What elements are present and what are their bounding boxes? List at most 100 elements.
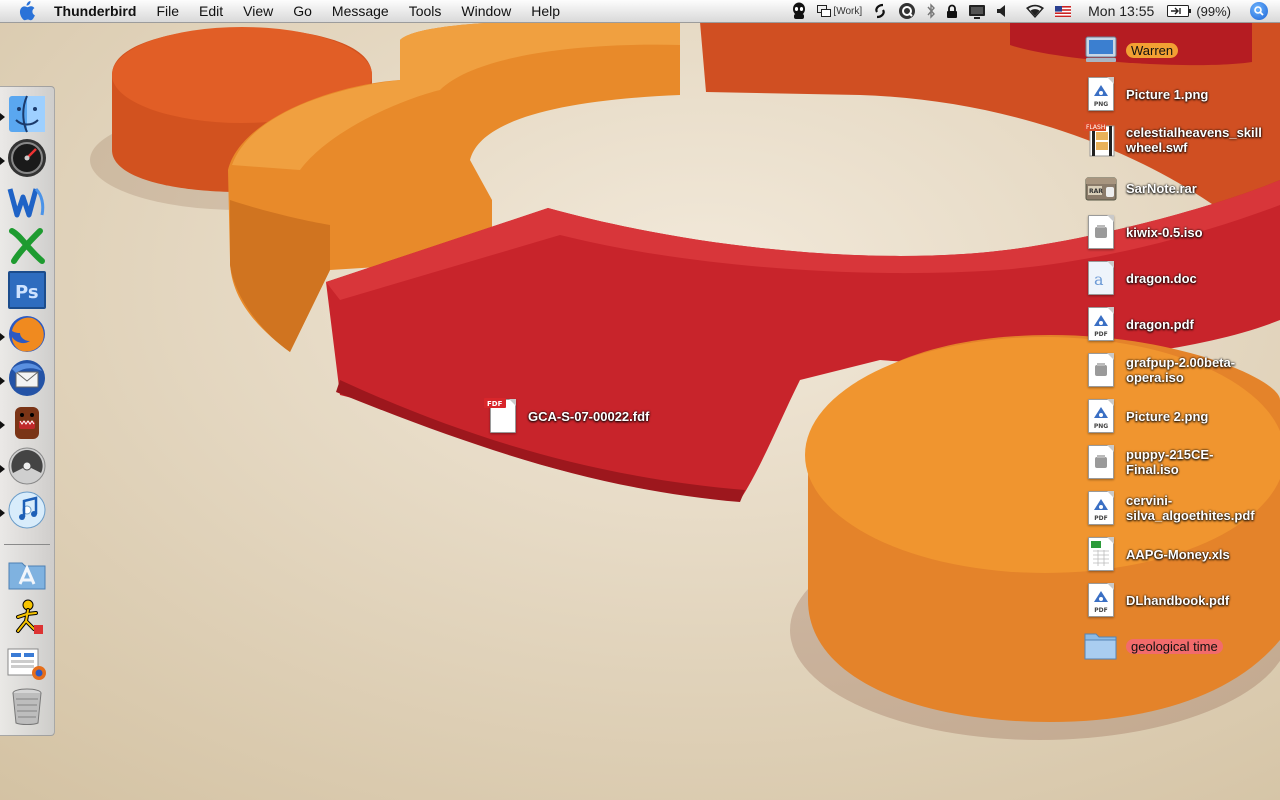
dock-separator xyxy=(4,544,50,545)
thunderbird-icon[interactable] xyxy=(6,357,48,399)
spotlight-icon[interactable] xyxy=(1250,2,1268,20)
pdf-file-icon: PDF xyxy=(1084,490,1118,526)
desktop-file[interactable]: grafpup-2.00beta-opera.iso xyxy=(1084,352,1254,388)
running-indicator xyxy=(0,465,5,473)
hard-drive-icon xyxy=(1084,32,1118,68)
desktop-icon-label: geological time xyxy=(1126,638,1223,654)
spaces-icon[interactable]: [Work] xyxy=(817,5,862,17)
desktop-icon-label: celestialheavens_skillwheel.swf xyxy=(1126,125,1262,155)
desktop-icon-label: cervini-silva_algoethites.pdf xyxy=(1126,493,1255,523)
pdf-file-icon: PDF xyxy=(1084,306,1118,342)
fdf-badge: FDF xyxy=(487,400,503,408)
apple-menu-icon[interactable] xyxy=(16,0,38,22)
flash-file-icon: FLASH xyxy=(1084,122,1118,158)
file-type-label: PDF xyxy=(1094,331,1108,338)
finder-icon[interactable] xyxy=(6,93,48,135)
menu-go[interactable]: Go xyxy=(283,0,322,22)
desktop-file[interactable]: kiwix-0.5.iso xyxy=(1084,214,1266,250)
disk-image-icon xyxy=(1084,352,1118,388)
firefox-icon[interactable] xyxy=(6,313,48,355)
menu-message[interactable]: Message xyxy=(322,0,399,22)
sync-icon[interactable] xyxy=(872,3,888,19)
dock: Ps xyxy=(0,86,55,736)
desktop-file[interactable]: PNG Picture 2.png xyxy=(1084,398,1266,434)
us-flag-icon[interactable] xyxy=(1055,5,1072,17)
alien-status-icon[interactable] xyxy=(791,2,807,20)
app-menu[interactable]: Thunderbird xyxy=(52,0,146,22)
desktop-folder[interactable]: geological time xyxy=(1084,628,1223,664)
desktop-icon-label: puppy-215CE-Final.iso xyxy=(1126,447,1214,477)
word-doc-icon: a xyxy=(1084,260,1118,296)
volume-icon[interactable] xyxy=(996,4,1008,18)
itunes-icon[interactable] xyxy=(6,489,48,531)
menu-window[interactable]: Window xyxy=(451,0,521,22)
desktop-icon-label: grafpup-2.00beta-opera.iso xyxy=(1126,355,1236,385)
desktop-file[interactable]: RAR SarNote.rar xyxy=(1084,170,1266,206)
word-icon[interactable] xyxy=(6,181,48,223)
running-indicator xyxy=(0,333,5,341)
dashboard-icon[interactable] xyxy=(6,137,48,179)
desktop-file[interactable]: a dragon.doc xyxy=(1084,260,1266,296)
battery-icon[interactable]: (99%) xyxy=(1167,4,1231,19)
desktop-icon-label: Picture 2.png xyxy=(1126,408,1209,424)
pdf-file-icon: PDF xyxy=(1084,582,1118,618)
domo-icon[interactable] xyxy=(6,401,48,443)
running-indicator xyxy=(0,377,5,385)
bluetooth-icon[interactable] xyxy=(926,3,936,19)
desktop-file-fdf[interactable]: FDF GCA-S-07-00022.fdf xyxy=(484,398,649,434)
file-type-label: PDF xyxy=(1094,607,1108,614)
menu-file[interactable]: File xyxy=(146,0,189,22)
file-type-label: PDF xyxy=(1094,515,1108,522)
aim-icon[interactable] xyxy=(6,597,48,639)
desktop-file[interactable]: AAPG-Money.xls xyxy=(1084,536,1266,572)
menu-help[interactable]: Help xyxy=(521,0,570,22)
desktop-icon-label: Warren xyxy=(1126,42,1179,58)
menu-tools[interactable]: Tools xyxy=(399,0,452,22)
trash-icon[interactable] xyxy=(6,685,48,727)
desktop-drive-warren[interactable]: Warren xyxy=(1084,32,1179,68)
desktop-file[interactable]: PDF cervini-silva_algoethites.pdf xyxy=(1084,490,1256,526)
burn-icon[interactable] xyxy=(6,445,48,487)
excel-icon[interactable] xyxy=(6,225,48,267)
downloads-stack-icon[interactable] xyxy=(6,641,48,683)
running-indicator xyxy=(0,509,5,517)
desktop-icon-label: Picture 1.png xyxy=(1126,86,1209,102)
png-file-icon: PNG xyxy=(1084,76,1118,112)
disk-image-icon xyxy=(1084,444,1118,480)
desktop-icon-label: kiwix-0.5.iso xyxy=(1126,224,1203,240)
desktop-icon-label: DLhandbook.pdf xyxy=(1126,592,1230,608)
rar-archive-icon: RAR xyxy=(1084,170,1118,206)
desktop-icon-label: SarNote.rar xyxy=(1126,180,1197,196)
desktop-icon-label: AAPG-Money.xls xyxy=(1126,546,1230,562)
menu-edit[interactable]: Edit xyxy=(189,0,233,22)
quicksilver-icon[interactable] xyxy=(898,2,916,20)
svg-text:a: a xyxy=(1094,270,1104,288)
display-icon[interactable] xyxy=(968,4,986,19)
desktop-icon-label: dragon.pdf xyxy=(1126,316,1194,332)
png-file-icon: PNG xyxy=(1084,398,1118,434)
applications-folder-icon[interactable] xyxy=(6,553,48,595)
desktop-file[interactable]: FLASH celestialheavens_skillwheel.swf xyxy=(1084,122,1266,158)
running-indicator xyxy=(0,421,5,429)
folder-icon xyxy=(1084,628,1118,664)
excel-file-icon xyxy=(1084,536,1118,572)
wifi-icon[interactable] xyxy=(1025,4,1045,19)
spaces-label: [Work] xyxy=(833,5,863,17)
desktop-file[interactable]: PNG Picture 1.png xyxy=(1084,76,1266,112)
battery-percent: (99%) xyxy=(1196,3,1231,19)
desktop-icon-label: dragon.doc xyxy=(1126,270,1197,286)
lock-icon[interactable] xyxy=(946,4,958,19)
fdf-file-icon: FDF xyxy=(484,398,520,434)
desktop-file[interactable]: PDF DLhandbook.pdf xyxy=(1084,582,1266,618)
file-type-label: PNG xyxy=(1093,101,1109,108)
photoshop-icon[interactable]: Ps xyxy=(6,269,48,311)
running-indicator xyxy=(0,113,5,121)
menu-bar: Thunderbird File Edit View Go Message To… xyxy=(0,0,1280,23)
disk-image-icon xyxy=(1084,214,1118,250)
file-type-label: FLASH xyxy=(1086,124,1105,131)
clock[interactable]: Mon 13:55 xyxy=(1088,3,1154,19)
running-indicator xyxy=(0,157,5,165)
menu-view[interactable]: View xyxy=(233,0,283,22)
desktop-file[interactable]: puppy-215CE-Final.iso xyxy=(1084,444,1226,480)
desktop-file[interactable]: PDF dragon.pdf xyxy=(1084,306,1266,342)
